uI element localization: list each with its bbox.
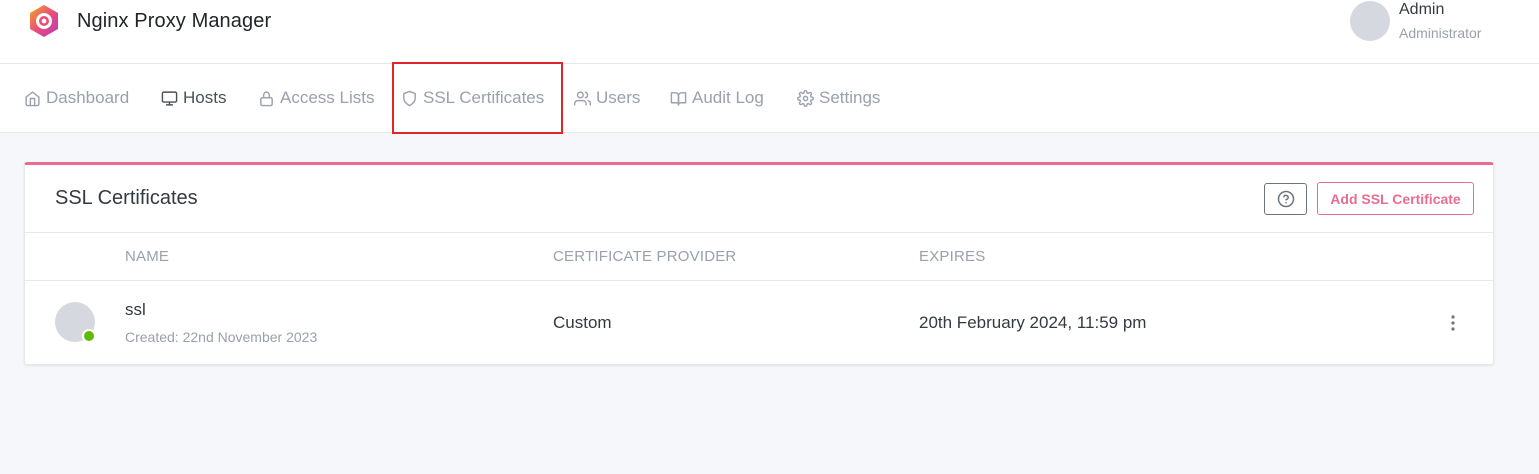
table-row[interactable]: ssl Created: 22nd November 2023 Custom 2…	[25, 281, 1493, 364]
nav-label: Users	[596, 88, 641, 107]
column-header-name[interactable]: NAME	[125, 248, 169, 265]
nav-label: Hosts	[183, 88, 227, 107]
help-button[interactable]	[1264, 183, 1307, 215]
row-actions-button[interactable]	[1445, 311, 1461, 335]
certificate-name: ssl	[125, 300, 146, 319]
shield-icon	[403, 90, 416, 106]
user-name: Admin	[1399, 1, 1445, 18]
card-title: SSL Certificates	[55, 187, 198, 209]
column-header-provider[interactable]: CERTIFICATE PROVIDER	[553, 248, 736, 265]
nav-item-dashboard[interactable]: Dashboard	[24, 64, 129, 132]
nav-label: Audit Log	[692, 88, 764, 107]
nav-item-access-lists[interactable]: Access Lists	[258, 64, 374, 132]
nav-label: SSL Certificates	[423, 88, 545, 107]
gear-icon	[797, 89, 814, 107]
add-ssl-certificate-button[interactable]: Add SSL Certificate	[1317, 182, 1474, 215]
nav-item-hosts[interactable]: Hosts	[161, 64, 226, 132]
user-info: Admin Administrator	[1399, 0, 1481, 46]
nav-item-settings[interactable]: Settings	[797, 64, 880, 132]
help-circle-icon	[1277, 190, 1294, 208]
certificate-created: Created: 22nd November 2023	[125, 329, 318, 345]
nav-item-ssl-certificates[interactable]: SSL Certificates	[392, 62, 563, 134]
more-vertical-icon	[1451, 315, 1455, 331]
monitor-icon	[161, 90, 178, 106]
nav-item-audit-log[interactable]: Audit Log	[670, 64, 764, 132]
home-icon	[25, 90, 40, 106]
main-nav: Dashboard Hosts Access Lists SSL Certifi…	[0, 62, 1539, 134]
certificate-expires: 20th February 2024, 11:59 pm	[919, 313, 1147, 332]
users-icon	[574, 90, 591, 106]
user-role: Administrator	[1399, 25, 1482, 41]
status-indicator	[82, 329, 96, 343]
lock-icon	[260, 90, 273, 106]
top-bar: Nginx Proxy Manager Admin Administrator	[0, 0, 1539, 64]
nav-label: Settings	[819, 88, 881, 107]
brand[interactable]: Nginx Proxy Manager	[27, 4, 271, 38]
nav-item-users[interactable]: Users	[574, 64, 640, 132]
app-logo-icon	[30, 5, 58, 37]
column-header-expires[interactable]: EXPIRES	[919, 248, 985, 265]
user-menu[interactable]: Admin Administrator	[1350, 0, 1481, 46]
nav-label: Access Lists	[280, 88, 375, 107]
certificate-provider: Custom	[553, 313, 612, 332]
book-open-icon	[670, 91, 687, 106]
card-header: SSL Certificates Add SSL Certificate	[25, 165, 1493, 233]
nav-label: Dashboard	[46, 88, 130, 107]
avatar[interactable]	[1350, 1, 1390, 41]
ssl-certificates-card: SSL Certificates Add SSL Certificate NAM…	[24, 162, 1494, 365]
table-header: NAME CERTIFICATE PROVIDER EXPIRES	[25, 233, 1493, 281]
app-title: Nginx Proxy Manager	[77, 9, 272, 32]
